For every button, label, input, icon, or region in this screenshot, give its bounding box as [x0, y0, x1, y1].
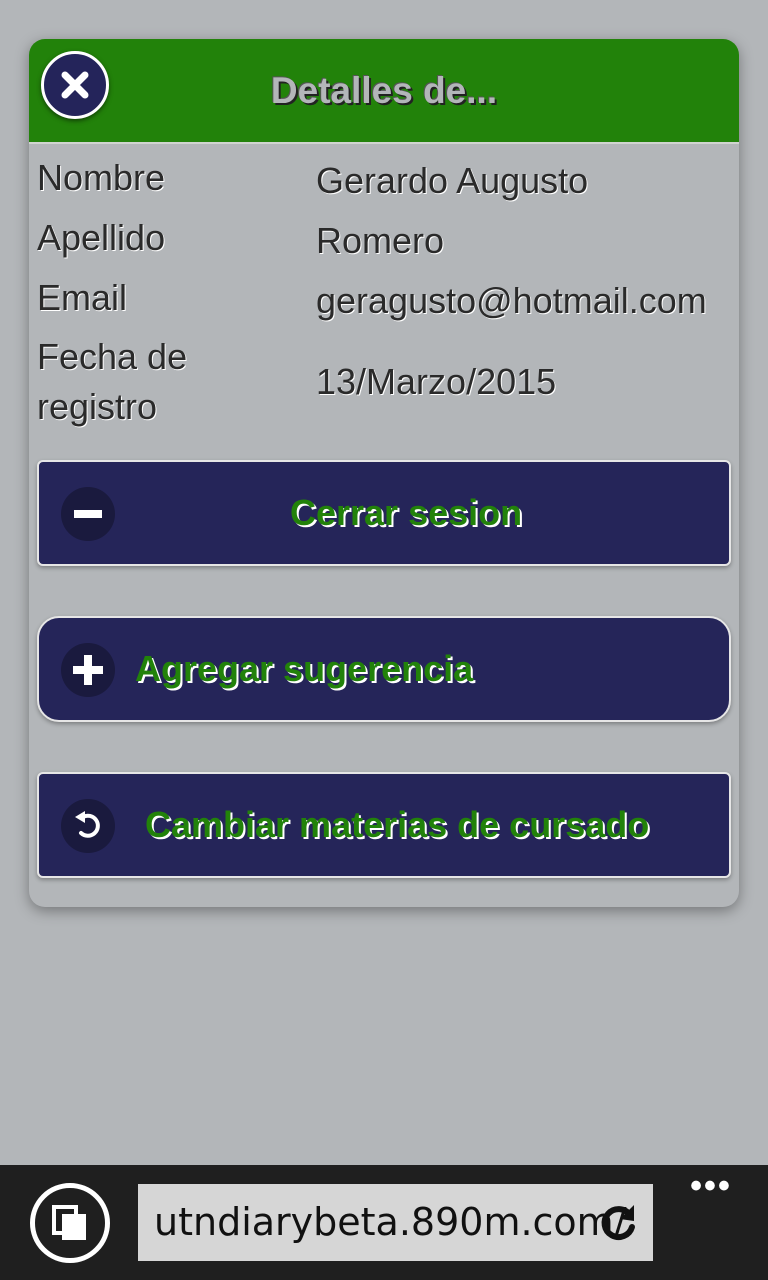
- refresh-icon[interactable]: [596, 1201, 640, 1245]
- detail-row-fecha-registro: Fecha de registro 13/Marzo/2015: [37, 332, 737, 432]
- close-button[interactable]: [41, 51, 109, 119]
- tabs-icon: [52, 1205, 86, 1240]
- detail-value: 13/Marzo/2015: [316, 361, 557, 402]
- browser-address-bar: utndiarybeta.890m.com/ •••: [0, 1165, 768, 1280]
- logout-button-label: Cerrar sesion: [290, 492, 523, 533]
- plus-icon: [61, 643, 115, 697]
- detail-label: Nombre: [37, 157, 166, 198]
- close-icon: [61, 71, 89, 99]
- add-suggestion-button-label: Agregar sugerencia: [135, 648, 474, 689]
- tabs-button[interactable]: [30, 1183, 110, 1263]
- dialog-header: Detalles de...: [29, 39, 739, 144]
- logout-button[interactable]: Cerrar sesion: [37, 460, 731, 566]
- dialog-title: Detalles de...: [270, 70, 498, 111]
- url-field[interactable]: utndiarybeta.890m.com/: [138, 1184, 653, 1261]
- change-subjects-button-label: Cambiar materias de cursado: [145, 804, 650, 845]
- details-dialog: Detalles de... Nombre Gerardo Augusto Ap…: [29, 39, 739, 907]
- detail-row-nombre: Nombre Gerardo Augusto: [37, 153, 737, 209]
- detail-value: geragusto@hotmail.com: [316, 280, 707, 321]
- more-menu-button[interactable]: •••: [686, 1165, 736, 1207]
- detail-value: Gerardo Augusto: [316, 160, 589, 201]
- detail-value: Romero: [316, 220, 445, 261]
- back-arrow-icon: [61, 799, 115, 853]
- add-suggestion-button[interactable]: Agregar sugerencia: [37, 616, 731, 722]
- detail-row-email: Email geragusto@hotmail.com: [37, 273, 737, 329]
- url-text: utndiarybeta.890m.com/: [154, 1200, 627, 1244]
- detail-label: Apellido: [37, 217, 166, 258]
- minus-icon: [61, 487, 115, 541]
- detail-label: Email: [37, 277, 128, 318]
- change-subjects-button[interactable]: Cambiar materias de cursado: [37, 772, 731, 878]
- detail-label: Fecha de registro: [37, 336, 188, 427]
- detail-row-apellido: Apellido Romero: [37, 213, 737, 269]
